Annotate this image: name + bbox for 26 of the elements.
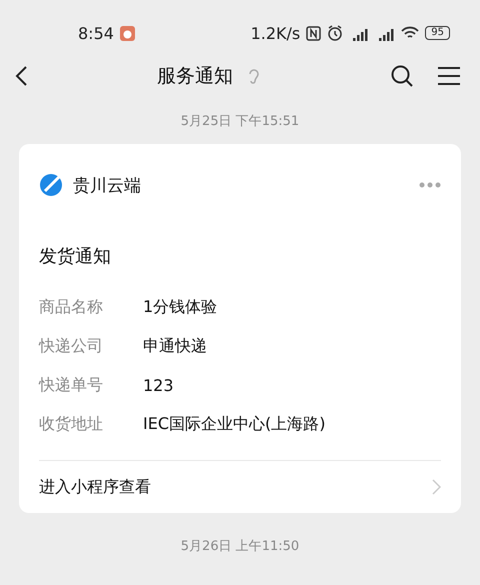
field-value: 1分钱体验 — [143, 297, 218, 318]
timestamp: 5月26日 上午11:50 — [180, 539, 300, 554]
menu-icon[interactable] — [438, 66, 460, 86]
brand-logo-icon — [39, 173, 63, 197]
mini-program-link[interactable]: 进入小程序查看 — [39, 460, 441, 513]
field-value: IEC国际企业中心(上海路) — [143, 414, 326, 435]
field-label: 快递公司 — [39, 336, 104, 357]
nfc-icon — [306, 26, 322, 40]
back-icon[interactable] — [14, 65, 28, 87]
field-value: 申通快递 — [143, 336, 207, 357]
status-time: 8:54 — [78, 24, 114, 42]
brand-name: 贵川云端 — [73, 174, 141, 196]
network-speed: 1.2K/s — [250, 24, 300, 42]
field-label: 商品名称 — [39, 297, 104, 318]
field-label: 快递单号 — [39, 375, 104, 396]
field-label: 收货地址 — [39, 414, 104, 435]
timestamp: 5月25日 下午15:51 — [180, 114, 300, 129]
wifi-icon — [401, 26, 420, 40]
app-notification-icon — [120, 26, 135, 40]
field-value: 123 — [143, 376, 174, 395]
alarm-icon — [327, 25, 344, 41]
page-title: 服务通知 — [157, 64, 233, 89]
search-icon[interactable] — [390, 64, 414, 88]
notification-title: 发货通知 — [39, 245, 112, 269]
chevron-right-icon — [432, 479, 441, 495]
battery-level: 95 — [425, 26, 450, 40]
